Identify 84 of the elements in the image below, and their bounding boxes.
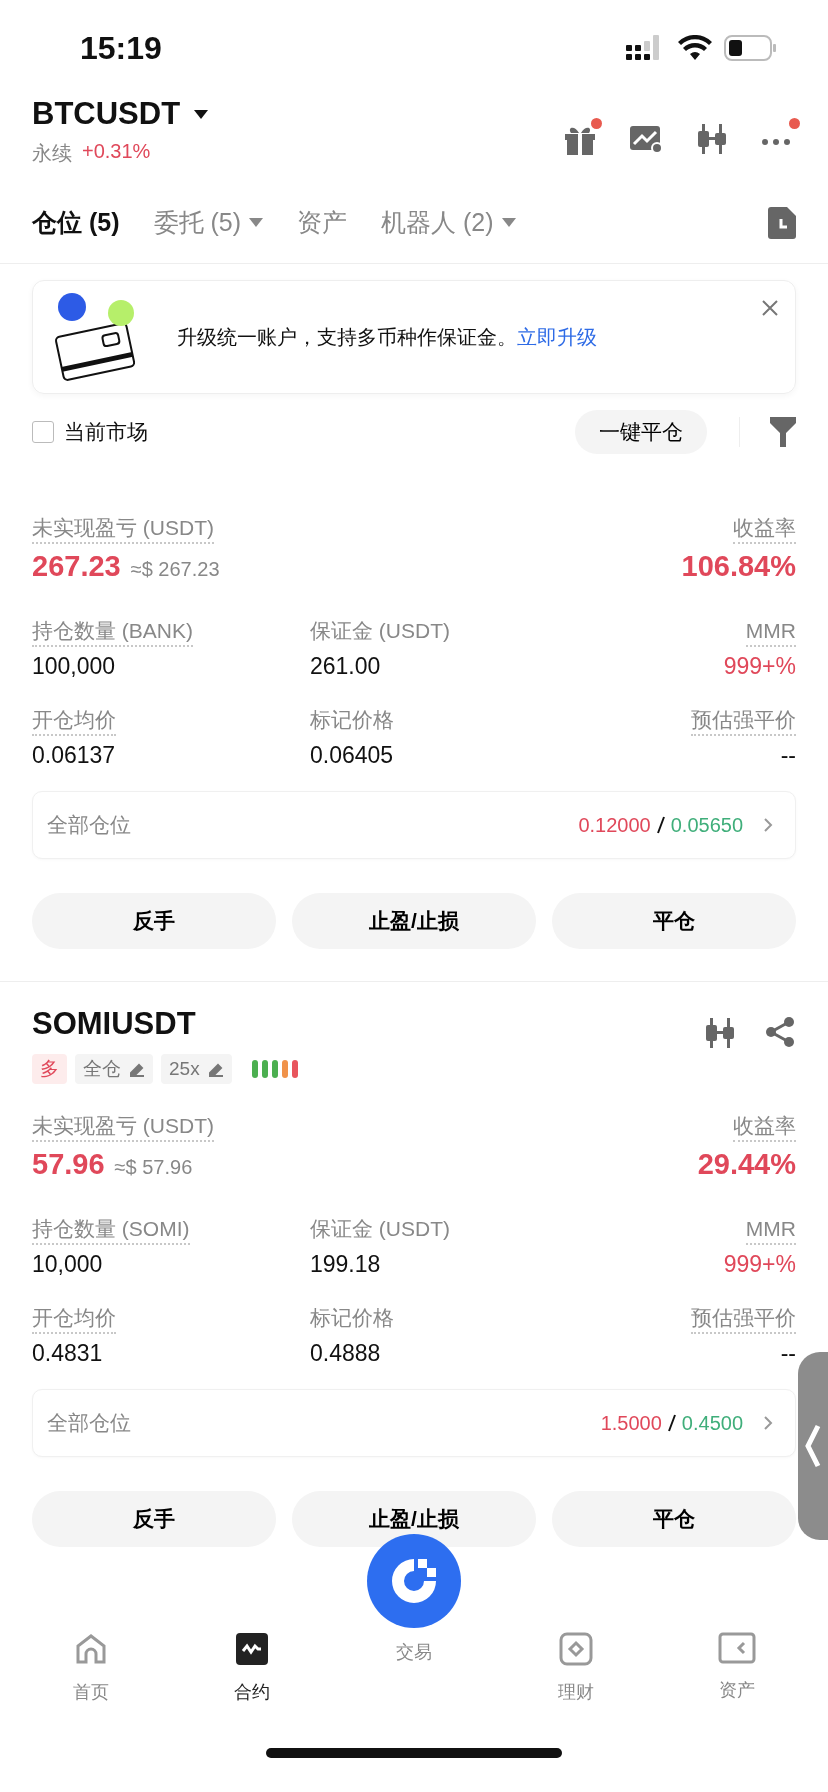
caret-icon — [249, 218, 263, 227]
field-label: 保证金 (USDT) — [310, 1216, 450, 1242]
setting-tag[interactable]: 全仓 — [75, 1054, 153, 1084]
wifi-icon — [678, 35, 712, 61]
pnl-value: 57.96 — [32, 1148, 105, 1180]
side-handle[interactable] — [798, 1352, 828, 1540]
field-label: 保证金 (USDT) — [310, 618, 450, 644]
field-label: 标记价格 — [310, 707, 394, 733]
field-value: 0.4831 — [32, 1340, 103, 1367]
pnl-label: 未实现盈亏 (USDT) — [32, 514, 214, 544]
position-action-button[interactable]: 止盈/止损 — [292, 893, 536, 949]
position-action-button[interactable]: 平仓 — [552, 1491, 796, 1547]
field-label: MMR — [745, 617, 796, 647]
symbol-title[interactable]: SOMIUSDT — [32, 1006, 196, 1041]
symbol-title[interactable]: BTCUSDT — [32, 96, 181, 132]
nav-item[interactable]: 理财 — [494, 1632, 657, 1704]
chevron-right-icon — [763, 1415, 773, 1431]
field-value: -- — [780, 1340, 796, 1367]
pnl-usd-value: ≈$ 267.23 — [130, 558, 220, 580]
edit-icon — [207, 1061, 224, 1077]
nav-item[interactable]: 首页 — [10, 1632, 172, 1704]
edit-icon — [129, 1061, 145, 1077]
field-value: 0.06405 — [310, 742, 394, 769]
roe-label: 收益率 — [733, 1112, 796, 1142]
tab[interactable]: 委托 (5) — [153, 206, 263, 239]
tab[interactable]: 机器人 (2) — [381, 206, 516, 239]
roe-label: 收益率 — [733, 514, 796, 544]
banner-message: 升级统一账户，支持多币种作保证金。立即升级 — [177, 324, 597, 350]
all-positions-row[interactable]: 全部仓位 0.12000 0.05650 — [32, 791, 796, 859]
field-label: 标记价格 — [310, 1305, 394, 1331]
pulse-icon — [235, 1632, 270, 1666]
tab[interactable]: 仓位 (5) — [32, 206, 120, 239]
stop-loss-value: 0.05650 — [670, 813, 743, 837]
nav-item[interactable]: 资产 — [656, 1632, 818, 1702]
field-label: 预估强平价 — [691, 1304, 796, 1334]
position-action-button[interactable]: 反手 — [32, 1491, 276, 1547]
caret-icon — [501, 218, 516, 227]
roe-value: 106.84% — [681, 550, 796, 583]
chevron-right-icon — [763, 817, 773, 833]
slash-icon — [656, 816, 665, 834]
tab[interactable]: 资产 — [297, 206, 347, 239]
status-time: 15:19 — [80, 29, 162, 67]
share-icon[interactable] — [764, 1016, 796, 1048]
position-action-button[interactable]: 反手 — [32, 893, 276, 949]
stop-loss-value: 0.4500 — [681, 1411, 743, 1435]
roe-value: 29.44% — [697, 1148, 796, 1181]
history-icon[interactable] — [768, 206, 796, 239]
field-label: 持仓数量 (SOMI) — [32, 1215, 190, 1245]
field-value: 999+% — [723, 1251, 796, 1278]
field-value: 0.06137 — [32, 742, 116, 769]
checkbox-label: 当前市场 — [64, 419, 149, 445]
field-label: 持仓数量 (BANK) — [32, 617, 193, 647]
pnl-usd-value: ≈$ 57.96 — [114, 1156, 193, 1178]
field-value: 999+% — [723, 653, 796, 680]
nav-item[interactable]: 合约 — [171, 1632, 334, 1704]
caret-icon — [194, 109, 209, 119]
position-action-button[interactable]: 止盈/止损 — [292, 1491, 536, 1547]
setting-tag[interactable]: 25x — [161, 1054, 232, 1084]
field-label: 开仓均价 — [32, 706, 116, 736]
field-value: 199.18 — [310, 1251, 381, 1278]
pnl-value: 267.23 — [32, 550, 121, 582]
price-change: +0.31% — [82, 140, 151, 164]
close-all-button[interactable]: 一键平仓 — [575, 410, 707, 454]
take-profit-value: 1.5000 — [600, 1411, 662, 1435]
field-value: 261.00 — [310, 653, 381, 680]
position-action-button[interactable]: 平仓 — [552, 893, 796, 949]
field-value: 0.4888 — [310, 1340, 381, 1367]
all-positions-row[interactable]: 全部仓位 1.5000 0.4500 — [32, 1389, 796, 1457]
wallet-icon — [718, 1632, 757, 1664]
upgrade-link[interactable]: 立即升级 — [517, 325, 597, 348]
field-label: 开仓均价 — [32, 1304, 116, 1334]
checkbox[interactable] — [32, 421, 54, 443]
pnl-label: 未实现盈亏 (USDT) — [32, 1112, 214, 1142]
market-type: 永续 — [32, 141, 72, 166]
field-value: -- — [780, 742, 796, 769]
slash-icon — [667, 1414, 676, 1432]
side-tag: 多 — [32, 1054, 67, 1084]
field-value: 100,000 — [32, 653, 116, 680]
filter-icon[interactable] — [770, 417, 796, 447]
battery-icon — [724, 35, 776, 61]
field-label: 预估强平价 — [691, 706, 796, 736]
field-label: MMR — [745, 1215, 796, 1245]
field-value: 10,000 — [32, 1251, 103, 1278]
take-profit-value: 0.12000 — [578, 813, 651, 837]
